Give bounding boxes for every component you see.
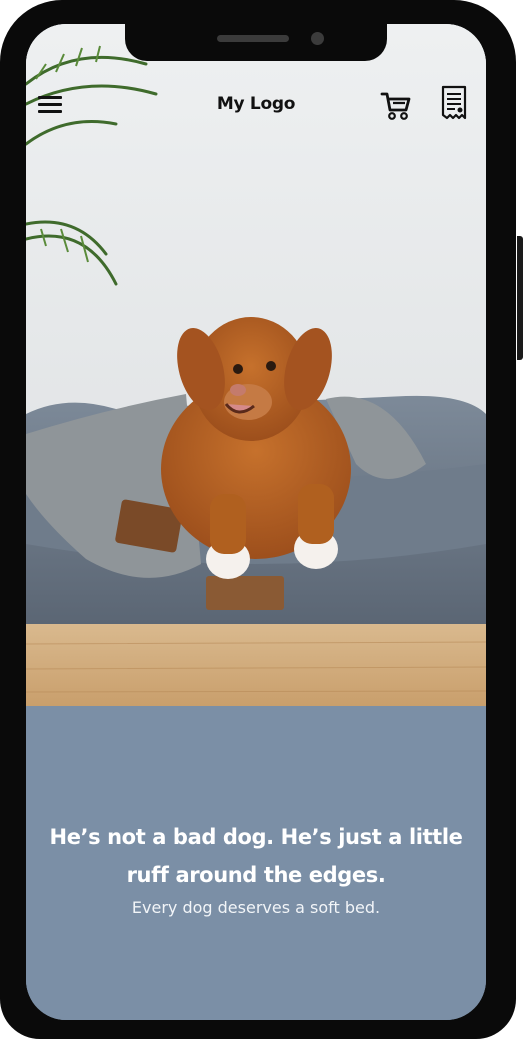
phone-screen: My Logo He’s not a bad dog. He’s just a …: [26, 24, 486, 1020]
hamburger-menu-icon[interactable]: [38, 92, 64, 118]
phone-notch: [125, 24, 387, 61]
subheadline: Every dog deserves a soft bed.: [131, 898, 381, 917]
bed-label: [206, 576, 284, 610]
speaker-grille: [217, 35, 289, 42]
logo[interactable]: My Logo: [206, 94, 306, 114]
top-navigation: My Logo: [26, 82, 486, 132]
headline: He’s not a bad dog. He’s just a little r…: [49, 825, 463, 887]
phone-side-button: [517, 236, 523, 360]
front-camera: [311, 32, 324, 45]
phone-frame: My Logo He’s not a bad dog. He’s just a …: [0, 0, 523, 1039]
shopping-cart-icon[interactable]: [380, 90, 412, 122]
caption-panel: He’s not a bad dog. He’s just a little r…: [26, 706, 486, 1020]
receipt-icon[interactable]: [440, 84, 468, 122]
